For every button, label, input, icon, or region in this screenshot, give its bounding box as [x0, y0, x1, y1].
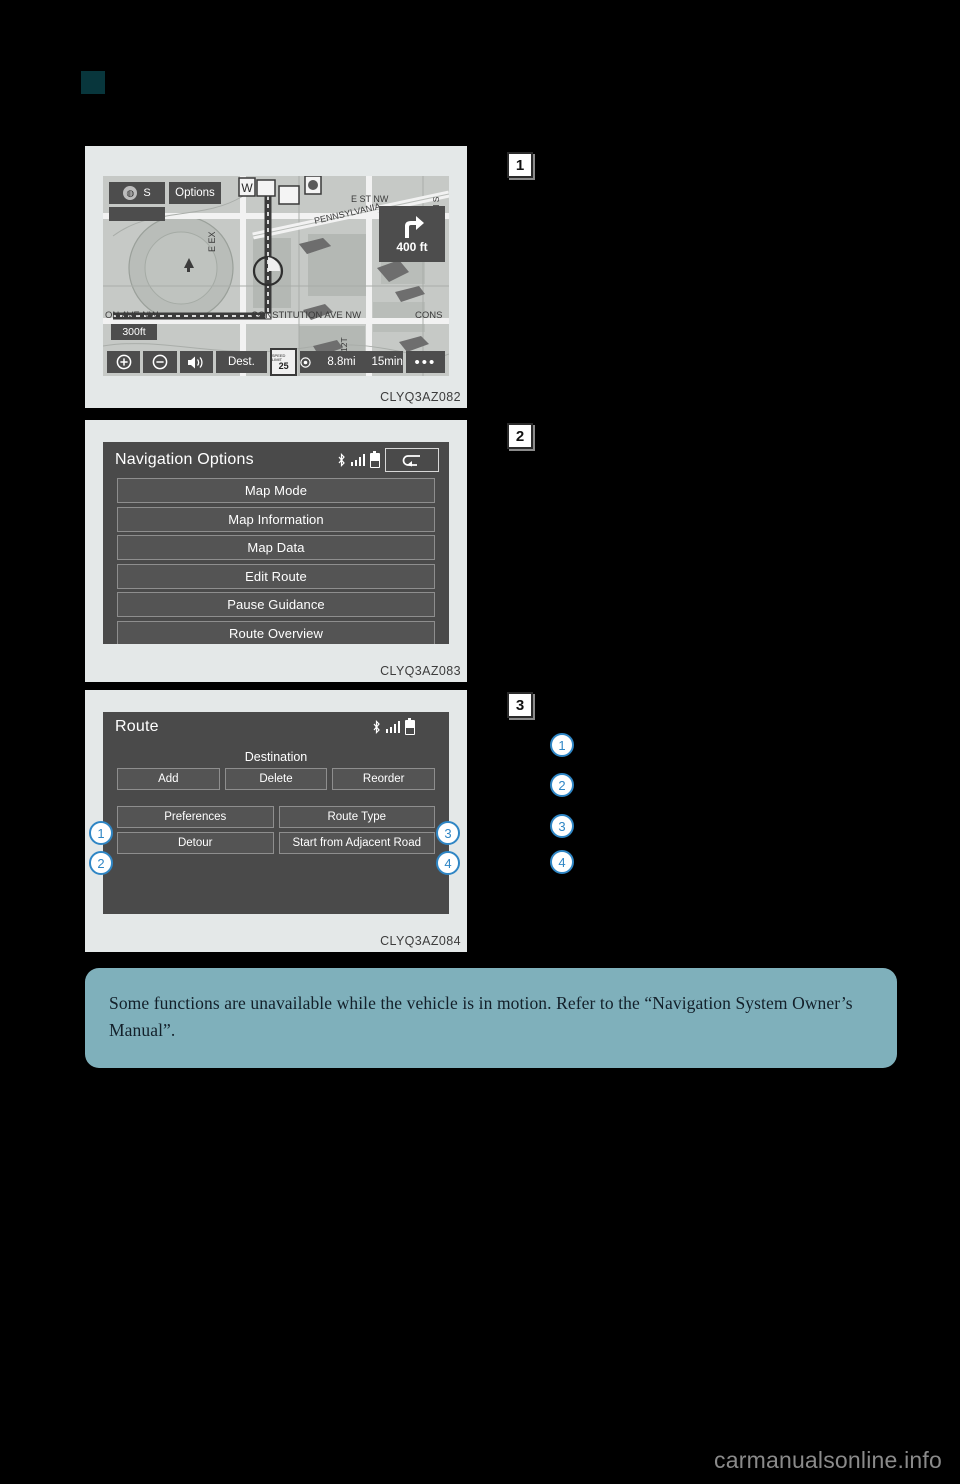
- figure-caption: CLYQ3AZ082: [380, 390, 461, 404]
- map-scale-indicator: 300ft: [111, 324, 157, 340]
- screen-header: Route: [103, 712, 449, 738]
- menu-item-pause-guidance[interactable]: Pause Guidance: [117, 592, 435, 617]
- status-bar: [337, 448, 439, 472]
- back-arrow-icon: [402, 454, 420, 466]
- figure-caption: CLYQ3AZ084: [380, 934, 461, 948]
- step-badge-2: 2: [507, 423, 533, 449]
- reorder-destination-button[interactable]: Reorder: [332, 768, 436, 790]
- preferences-button[interactable]: Preferences: [117, 806, 274, 828]
- step-badge-1: 1: [507, 152, 533, 178]
- svg-text:ON AVE NW: ON AVE NW: [105, 310, 158, 321]
- callout-list-item-1: 1: [550, 733, 574, 757]
- battery-icon: [405, 717, 415, 735]
- destination-button-row: Add Delete Reorder: [117, 768, 436, 790]
- destination-flag-icon: [300, 356, 312, 368]
- turn-guidance-panel: 400 ft: [379, 206, 445, 262]
- screen-header: Navigation Options: [103, 442, 449, 474]
- speaker-icon: [188, 356, 203, 368]
- menu-item-route-overview[interactable]: Route Overview: [117, 620, 435, 644]
- map-sub-indicator: [109, 207, 165, 221]
- compass-icon: ◍: [123, 186, 138, 200]
- route-screen[interactable]: Route Destination Add Delete Reorder Pre…: [103, 712, 449, 914]
- volume-button[interactable]: [179, 351, 213, 373]
- menu-item-map-mode[interactable]: Map Mode: [117, 478, 435, 503]
- more-options-button[interactable]: •••: [405, 351, 446, 373]
- delete-destination-button[interactable]: Delete: [224, 768, 328, 790]
- svg-text:CONSTITUTION AVE NW: CONSTITUTION AVE NW: [251, 310, 361, 321]
- map-bottom-bar: Dest. SPEED LIMIT 25 8.8mi 15min •••: [103, 348, 449, 376]
- notice-box: Some functions are unavailable while the…: [85, 968, 897, 1068]
- figure-caption: CLYQ3AZ083: [380, 664, 461, 678]
- screen-title: Route: [115, 718, 159, 735]
- navigation-options-screen[interactable]: Navigation Options Map Mode Map Informat…: [103, 442, 449, 644]
- notice-text: Some functions are unavailable while the…: [109, 993, 853, 1041]
- start-from-adjacent-road-button[interactable]: Start from Adjacent Road: [278, 832, 435, 854]
- svg-text:W: W: [241, 181, 253, 195]
- speed-limit-value: 25: [278, 360, 289, 371]
- callout-marker-route-type: 3: [436, 821, 460, 845]
- figure-navigation-options: Navigation Options Map Mode Map Informat…: [85, 420, 467, 682]
- detour-button[interactable]: Detour: [117, 832, 274, 854]
- callout-marker-preferences: 1: [89, 821, 113, 845]
- route-info-panel[interactable]: 8.8mi 15min: [300, 351, 403, 373]
- route-option-row-1: Preferences Route Type: [117, 806, 435, 828]
- remaining-distance-label: 8.8mi: [327, 356, 356, 368]
- nav-map-screen[interactable]: W E ST NW PENNSYLVANIA CONSTITUTION AVE …: [103, 176, 449, 376]
- destination-button[interactable]: Dest.: [215, 351, 267, 373]
- route-option-row-2: Detour Start from Adjacent Road: [117, 832, 435, 854]
- callout-list-item-2: 2: [550, 773, 574, 797]
- callout-list-item-4: 4: [550, 850, 574, 874]
- route-body: Destination Add Delete Reorder Preferenc…: [103, 738, 449, 854]
- section-marker: [81, 71, 105, 94]
- callout-marker-start-from-adjacent-road: 4: [436, 851, 460, 875]
- back-button[interactable]: [385, 448, 439, 472]
- status-bar: [372, 717, 440, 735]
- add-destination-button[interactable]: Add: [117, 768, 220, 790]
- callout-list-item-3: 3: [550, 814, 574, 838]
- menu-item-map-information[interactable]: Map Information: [117, 506, 435, 532]
- compass-direction-label: S: [143, 187, 151, 199]
- svg-text:E EX: E EX: [207, 231, 217, 252]
- minus-circle-icon: [152, 354, 168, 370]
- speed-limit-sign: SPEED LIMIT 25: [269, 348, 298, 376]
- navigation-options-menu: Map Mode Map Information Map Data Edit R…: [103, 474, 449, 644]
- footer-watermark: carmanualsonline.info: [714, 1447, 942, 1473]
- menu-item-edit-route[interactable]: Edit Route: [117, 563, 435, 589]
- menu-item-map-data[interactable]: Map Data: [117, 535, 435, 560]
- bluetooth-icon: [373, 720, 380, 734]
- zoom-in-button[interactable]: [107, 351, 141, 373]
- svg-text:CONS: CONS: [415, 310, 442, 321]
- plus-circle-icon: [116, 354, 132, 370]
- map-compass-indicator[interactable]: ◍ S: [109, 182, 165, 204]
- zoom-out-button[interactable]: [143, 351, 177, 373]
- figure-route-screen: Route Destination Add Delete Reorder Pre…: [85, 690, 467, 952]
- step-badge-3: 3: [507, 692, 533, 718]
- signal-icon: [385, 721, 400, 733]
- route-type-button[interactable]: Route Type: [278, 806, 435, 828]
- battery-icon: [370, 450, 380, 468]
- map-options-button[interactable]: Options: [169, 182, 221, 204]
- figure-map-screen: W E ST NW PENNSYLVANIA CONSTITUTION AVE …: [85, 146, 467, 408]
- remaining-time-label: 15min: [371, 356, 403, 368]
- turn-right-icon: [405, 215, 424, 238]
- callout-marker-detour: 2: [89, 851, 113, 875]
- screen-title: Navigation Options: [115, 451, 254, 468]
- turn-distance-label: 400 ft: [396, 239, 428, 254]
- signal-icon: [350, 454, 365, 466]
- destination-section-label: Destination: [244, 750, 308, 764]
- bluetooth-icon: [338, 453, 345, 467]
